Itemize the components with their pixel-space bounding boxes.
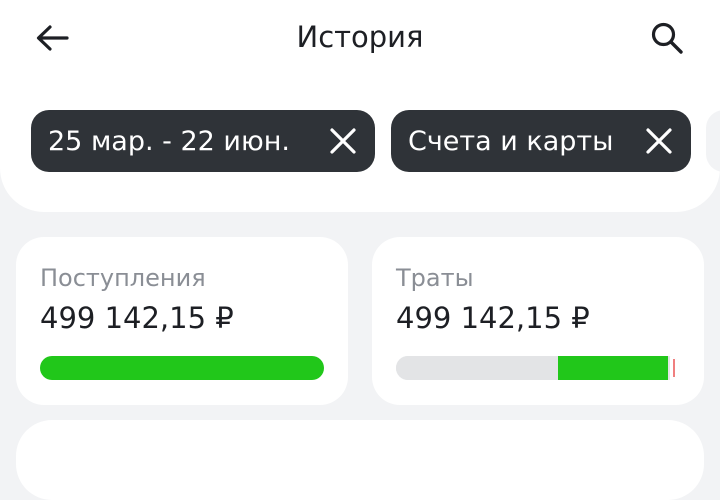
expenses-segment-other (396, 356, 554, 380)
filter-chip-label: Счета и карты (408, 125, 614, 157)
expenses-card[interactable]: Траты 499 142,15 ₽ (372, 237, 704, 405)
filter-chip-label: 25 мар. - 22 июн. (48, 125, 290, 157)
header-area: История 25 мар. - 22 июн. Счета и карты (0, 0, 720, 212)
filter-chip-date-range[interactable]: 25 мар. - 22 июн. (31, 110, 375, 172)
filter-chip-accounts[interactable]: Счета и карты (391, 110, 691, 172)
expenses-title: Траты (396, 264, 474, 292)
filter-chip-more[interactable] (706, 110, 720, 172)
transactions-panel (16, 420, 704, 500)
close-icon[interactable] (327, 125, 359, 157)
search-button[interactable] (646, 18, 688, 58)
expenses-segment-main (558, 356, 668, 380)
page-title: История (296, 20, 424, 54)
income-amount: 499 142,15 ₽ (40, 301, 234, 335)
income-progress-bar (40, 356, 324, 380)
income-card[interactable]: Поступления 499 142,15 ₽ (16, 237, 348, 405)
expenses-progress-bar (396, 356, 680, 380)
income-title: Поступления (40, 264, 206, 292)
close-icon[interactable] (643, 125, 675, 157)
expenses-segment-minor (670, 356, 680, 380)
expenses-amount: 499 142,15 ₽ (396, 301, 590, 335)
search-icon (651, 22, 683, 54)
